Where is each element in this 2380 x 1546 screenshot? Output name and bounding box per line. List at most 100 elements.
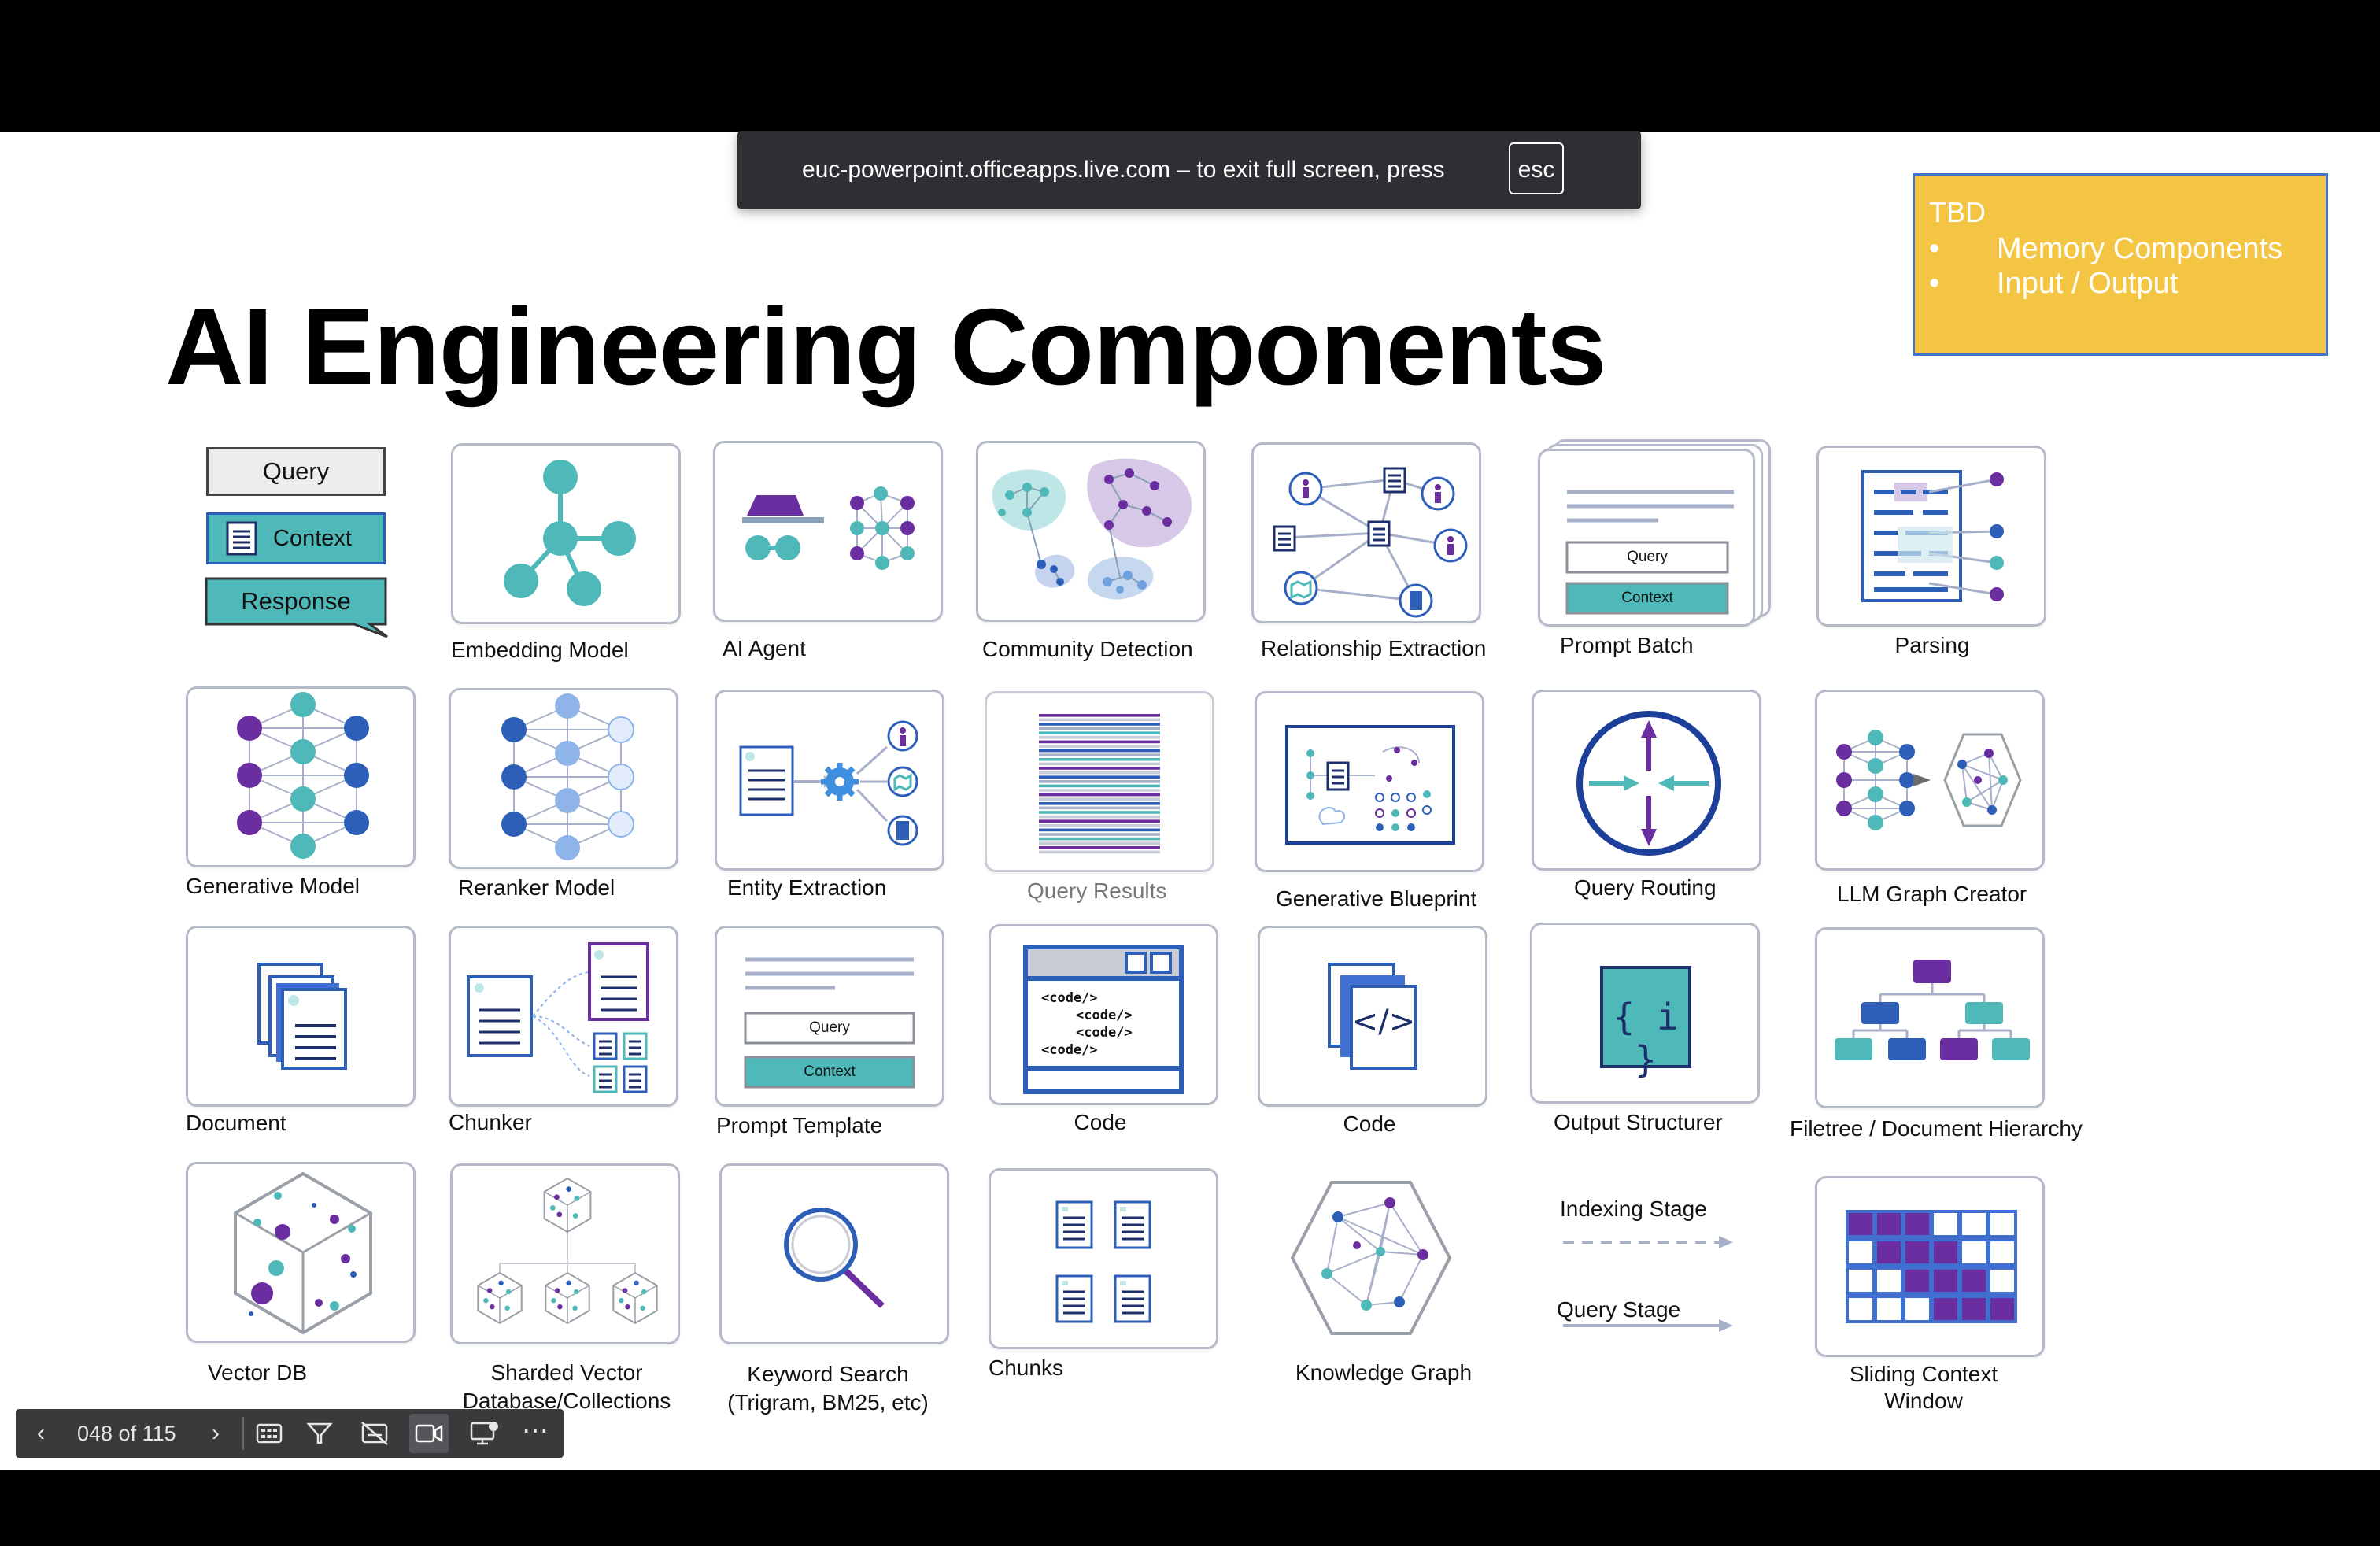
relationship-extraction-icon <box>1273 467 1468 618</box>
prompt-batch-context-text: Context <box>1621 590 1673 606</box>
code-label-1: Code <box>1074 1110 1127 1134</box>
fullscreen-exit-banner: euc-powerpoint.officeapps.live.com – to … <box>737 131 1641 209</box>
prompt-batch-card-front: Query Context <box>1538 449 1755 627</box>
llm-graph-creator-label: LLM Graph Creator <box>1837 882 2027 906</box>
code-lines: <code/> <code/> <code/> <code/> <box>1041 989 1133 1059</box>
filetree-label: Filetree / Document Hierarchy <box>1790 1116 2082 1141</box>
relationship-extraction-tile[interactable] <box>1251 442 1481 623</box>
filetree-icon <box>1835 960 2030 1060</box>
search-icon <box>784 1208 885 1308</box>
output-structurer-tile[interactable]: { i } <box>1530 923 1760 1104</box>
tbd-note[interactable]: TBD • Memory Components • Input / Output <box>1913 173 2328 356</box>
chunker-tile[interactable] <box>449 926 678 1107</box>
keyword-search-label-1: Keyword Search <box>747 1362 909 1386</box>
prompt-batch-query-text: Query <box>1627 549 1668 565</box>
parsing-label: Parsing <box>1894 633 1970 657</box>
query-stage-arrow <box>1563 1319 1733 1332</box>
prompt-template-context-text: Context <box>804 1063 856 1080</box>
generative-model-tile[interactable] <box>186 686 416 867</box>
tbd-item: • Input / Output <box>1929 267 2179 300</box>
slide-title: AI Engineering Components <box>165 287 1606 408</box>
filetree-tile[interactable] <box>1815 927 2045 1108</box>
prompt-batch-tile[interactable]: Query Context <box>1538 439 1774 627</box>
parsing-tile[interactable] <box>1816 446 2046 627</box>
subtitles-off-icon[interactable] <box>360 1421 389 1446</box>
vector-db-icon <box>234 1171 372 1335</box>
camera-button[interactable] <box>409 1414 449 1453</box>
ai-agent-tile[interactable] <box>713 441 943 622</box>
code-file-tile[interactable]: </> <box>1258 926 1488 1107</box>
prompt-template-label: Prompt Template <box>716 1113 883 1137</box>
sliding-context-window-tile[interactable] <box>1815 1176 2045 1357</box>
generative-blueprint-tile[interactable] <box>1255 691 1484 872</box>
community-detection-tile[interactable] <box>976 441 1206 622</box>
prompt-batch-label: Prompt Batch <box>1560 633 1694 657</box>
divider <box>242 1417 244 1450</box>
presenter-view-icon[interactable] <box>469 1420 501 1447</box>
fullscreen-message: euc-powerpoint.officeapps.live.com – to … <box>802 157 1445 183</box>
embedding-model-icon <box>504 460 636 606</box>
tbd-heading: TBD <box>1929 196 1986 228</box>
code-editor-tile[interactable]: <code/> <code/> <code/> <code/> <box>989 924 1218 1105</box>
pen-icon[interactable] <box>305 1421 334 1446</box>
sliding-window-icon <box>1846 1210 2017 1323</box>
query-routing-label: Query Routing <box>1574 875 1717 900</box>
chevron-right-icon[interactable]: › <box>197 1409 235 1458</box>
chunker-icon <box>467 942 649 1093</box>
ai-agent-icon <box>742 486 915 570</box>
esc-key-hint: esc <box>1509 142 1564 194</box>
more-icon[interactable]: ⋯ <box>516 1409 554 1458</box>
indexing-stage-label: Indexing Stage <box>1560 1196 1707 1221</box>
chunks-label: Chunks <box>989 1356 1063 1380</box>
response-box: Response <box>205 577 388 638</box>
query-results-icon <box>1039 714 1160 854</box>
code-line: <code/> <box>1076 1008 1133 1023</box>
embedding-model-label: Embedding Model <box>451 638 629 662</box>
query-routing-icon <box>1576 711 1721 856</box>
relationship-extraction-label: Relationship Extraction <box>1261 636 1487 660</box>
community-detection-icon <box>992 458 1192 600</box>
community-detection-label: Community Detection <box>982 637 1193 661</box>
entity-extraction-icon <box>739 720 918 846</box>
sliding-window-label-2: Window <box>1884 1389 1963 1413</box>
vector-db-tile[interactable] <box>186 1162 416 1343</box>
document-tile[interactable] <box>186 926 416 1107</box>
sharded-vector-label-1: Sharded Vector <box>490 1360 643 1385</box>
context-box: Context <box>206 512 386 564</box>
document-label: Document <box>186 1111 286 1135</box>
sliding-window-label-1: Sliding Context <box>1849 1362 1998 1386</box>
slide-grid-icon[interactable] <box>255 1422 283 1444</box>
prompt-template-tile[interactable]: Query Context <box>715 926 944 1107</box>
chunks-icon <box>1055 1200 1151 1323</box>
reranker-model-tile[interactable] <box>449 688 678 869</box>
ai-agent-label: AI Agent <box>722 636 806 660</box>
prompt-template-query-text: Query <box>809 1019 850 1036</box>
llm-graph-creator-tile[interactable] <box>1815 690 2045 871</box>
slideshow-nav-bar: ‹ 048 of 115 › ⋯ <box>16 1409 564 1458</box>
chunker-label: Chunker <box>449 1110 532 1134</box>
query-routing-tile[interactable] <box>1532 690 1761 871</box>
query-results-tile[interactable] <box>985 691 1214 872</box>
knowledge-graph-icon[interactable] <box>1289 1179 1453 1337</box>
entity-extraction-tile[interactable] <box>715 690 944 871</box>
query-box-label: Query <box>262 457 330 485</box>
keyword-search-tile[interactable] <box>719 1163 949 1344</box>
code-line: <code/> <box>1076 1025 1133 1041</box>
document-icon <box>257 963 347 1070</box>
generative-model-label: Generative Model <box>186 874 360 898</box>
embedding-model-tile[interactable] <box>451 443 681 624</box>
response-box-label: Response <box>241 587 351 615</box>
structurer-symbol: { i } <box>1613 996 1679 1081</box>
chunks-tile[interactable] <box>989 1168 1218 1349</box>
camera-icon <box>415 1424 443 1443</box>
query-results-label: Query Results <box>1027 878 1167 903</box>
parsing-icon <box>1861 470 2004 602</box>
chevron-left-icon[interactable]: ‹ <box>22 1409 60 1458</box>
entity-extraction-label: Entity Extraction <box>727 875 887 900</box>
query-box: Query <box>206 447 386 496</box>
document-icon <box>226 521 257 556</box>
code-line: <code/> <box>1041 990 1098 1006</box>
sharded-vector-db-tile[interactable] <box>450 1163 680 1344</box>
sharded-vector-db-icon <box>477 1177 658 1325</box>
reranker-model-label: Reranker Model <box>458 875 615 900</box>
